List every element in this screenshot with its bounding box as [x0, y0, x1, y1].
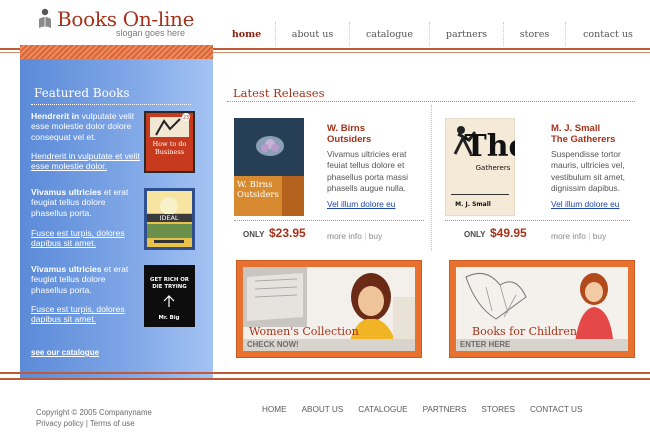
footer-link-partners[interactable]: PARTNERS — [423, 405, 467, 414]
book-author-2[interactable]: M. J. Small — [551, 123, 600, 134]
buy-link-1[interactable]: buy — [369, 231, 383, 241]
more-info-link-2[interactable]: more info — [551, 231, 586, 241]
cover-title: GET RICH OR DIE TRYING — [150, 277, 189, 290]
featured-books-title: Featured Books — [34, 86, 130, 100]
footer-link-contact-us[interactable]: CONTACT US — [530, 405, 582, 414]
cover-title: IDEAL — [159, 214, 178, 222]
featured-cover-ideal[interactable]: IDEAL — [144, 188, 195, 250]
womens-collection-label: Women's Collection — [249, 325, 359, 338]
copyright-block: Copyright © 2005 Companyname Privacy pol… — [36, 407, 152, 429]
enter-here-link[interactable]: ENTER HERE — [456, 339, 628, 351]
cover-the-gatherers[interactable]: The Gatherers M. J. Small — [444, 117, 528, 217]
footer-separator: | — [85, 419, 88, 428]
book-desc-2: Suspendisse tortor mauris, ultricies vel… — [551, 149, 626, 194]
footer-link-about-us[interactable]: ABOUT US — [302, 405, 344, 414]
book-reader-icon — [36, 8, 54, 30]
featured-link-1[interactable]: Hendrerit in vulputate et velit esse mol… — [31, 151, 141, 172]
more-buy-1: more info | buy — [327, 231, 383, 241]
featured-text-3: Vivamus ultricies et erat feugiat tellus… — [31, 264, 129, 295]
featured-text-1: Hendrerit in vulputate velit esse molest… — [31, 111, 135, 142]
copyright-text: Copyright © 2005 Companyname — [36, 408, 152, 417]
price-2: $49.95 — [490, 226, 527, 240]
book-divider-2 — [445, 220, 630, 221]
terms-of-use-link[interactable]: Terms of use — [90, 419, 135, 428]
buy-link-2[interactable]: buy — [593, 231, 607, 241]
check-now-link[interactable]: CHECK NOW! — [243, 339, 415, 351]
book-desc-1: Vivamus ultricies erat feuiat tellus dol… — [327, 149, 408, 194]
cover-author: Mr. Big — [159, 315, 180, 321]
cover-title: How to do Business — [152, 141, 187, 156]
books-for-children-image: Books for Children ENTER HERE — [456, 267, 628, 351]
nav-partners[interactable]: partners — [430, 22, 504, 46]
womens-collection-image: Women's Collection CHECK NOW! — [243, 267, 415, 351]
book-link-2[interactable]: Vel illum dolore eu — [551, 199, 619, 209]
cover-outsiders[interactable]: W. Birns Outsiders — [234, 118, 304, 216]
books-for-children-label: Books for Children — [472, 325, 578, 338]
book-divider-1 — [234, 220, 424, 221]
privacy-policy-link[interactable]: Privacy policy — [36, 419, 84, 428]
logo-slogan: slogan goes here — [116, 28, 186, 38]
nav-about-us[interactable]: about us — [276, 22, 350, 46]
nav-contact-us[interactable]: contact us — [566, 22, 650, 46]
price-1: $23.95 — [269, 226, 306, 240]
footer-divider — [0, 372, 650, 374]
main-navigation: home about us catalogue partners stores … — [218, 22, 650, 46]
latest-releases-title: Latest Releases — [233, 86, 325, 100]
more-info-link-1[interactable]: more info — [327, 231, 362, 241]
featured-link-3[interactable]: Fusce est turpis, dolores dapibus sit am… — [31, 304, 141, 325]
featured-link-2[interactable]: Fusce est turpis, dolores dapibus sit am… — [31, 228, 141, 249]
nav-catalogue[interactable]: catalogue — [350, 22, 430, 46]
footer-navigation: HOME ABOUT US CATALOGUE PARTNERS STORES … — [262, 405, 597, 414]
nav-stores[interactable]: stores — [504, 22, 566, 46]
only-label-1: ONLY — [243, 230, 265, 239]
book-title-1[interactable]: Outsiders — [327, 134, 371, 145]
footer-link-stores[interactable]: STORES — [481, 405, 515, 414]
footer-link-home[interactable]: HOME — [262, 405, 287, 414]
cover-author: M. J. Small — [455, 201, 491, 208]
featured-cover-get-rich[interactable]: GET RICH OR DIE TRYING Mr. Big — [144, 265, 195, 327]
sidebar-stripe — [20, 45, 213, 59]
cover-text: W. Birns Outsiders — [237, 180, 279, 200]
cover-badge: 23 — [183, 115, 189, 121]
books-for-children-banner[interactable]: Books for Children ENTER HERE — [449, 260, 635, 358]
cover-subtitle: Gatherers — [476, 164, 511, 172]
footer-link-catalogue[interactable]: CATALOGUE — [358, 405, 407, 414]
sidebar-divider — [31, 104, 191, 105]
featured-text-2: Vivamus ultricies et erat feugiat tellus… — [31, 187, 129, 218]
featured-cover-business[interactable]: 23 How to do Business — [144, 111, 195, 173]
womens-collection-banner[interactable]: Women's Collection CHECK NOW! — [236, 260, 422, 358]
book-author-1[interactable]: W. Birns — [327, 123, 365, 134]
cover-title: The — [464, 129, 515, 164]
footer-divider-second — [0, 378, 650, 380]
only-label-2: ONLY — [464, 230, 486, 239]
book-title-2[interactable]: The Gatherers — [551, 134, 615, 145]
more-buy-2: more info | buy — [551, 231, 607, 241]
book-link-1[interactable]: Vel illum dolore eu — [327, 199, 395, 209]
see-catalogue-link[interactable]: see our catalogue — [31, 348, 99, 357]
column-divider — [431, 105, 432, 251]
nav-home[interactable]: home — [218, 22, 276, 46]
latest-divider — [227, 101, 635, 102]
